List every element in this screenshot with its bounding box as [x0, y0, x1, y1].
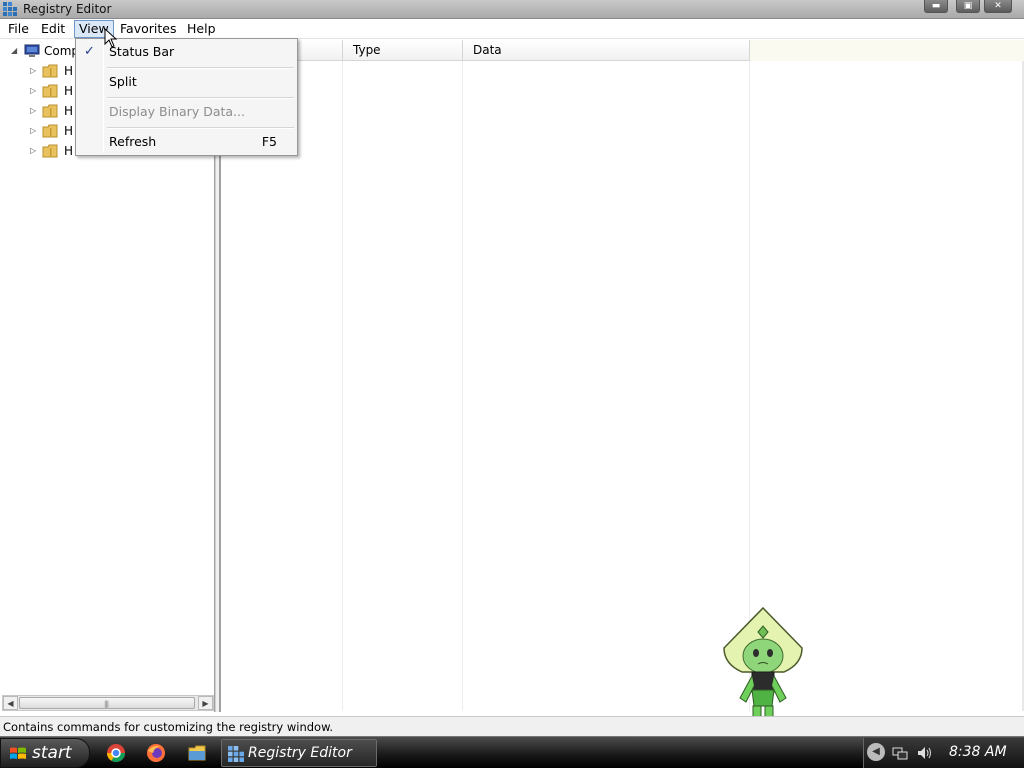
network-icon[interactable]: [892, 745, 908, 761]
menu-file[interactable]: File: [4, 20, 33, 38]
menu-item-refresh[interactable]: Refresh F5: [78, 131, 295, 153]
minimize-button[interactable]: ▬: [924, 0, 948, 13]
menu-item-label: Refresh: [109, 134, 157, 149]
menu-separator: [107, 67, 294, 69]
collapsed-arrow-icon[interactable]: ▷: [30, 146, 36, 155]
shortcut-label: F5: [261, 134, 277, 149]
header-filler: [750, 40, 1024, 61]
collapsed-arrow-icon[interactable]: ▷: [30, 126, 36, 135]
column-header-type[interactable]: Type: [343, 40, 463, 61]
grip-icon: |||: [104, 700, 109, 708]
expanded-arrow-icon[interactable]: ◢: [11, 46, 17, 55]
window-title: Registry Editor: [23, 2, 112, 16]
menu-item-split[interactable]: Split: [78, 71, 295, 93]
status-bar: Contains commands for customizing the re…: [0, 716, 1024, 736]
tree-horizontal-scrollbar[interactable]: ◀ ||| ▶: [2, 695, 214, 711]
folder-icon: [42, 64, 58, 78]
title-bar: Registry Editor ▬ ▣ ✕: [0, 0, 1024, 19]
menu-item-label: Display Binary Data...: [109, 104, 245, 119]
scrollbar-thumb[interactable]: |||: [19, 697, 195, 709]
collapsed-arrow-icon[interactable]: ▷: [30, 86, 36, 95]
menu-separator: [107, 97, 294, 99]
menu-edit[interactable]: Edit: [37, 20, 69, 38]
scroll-left-button[interactable]: ◀: [3, 696, 18, 710]
registry-editor-icon: [3, 2, 17, 16]
computer-icon: [24, 44, 40, 57]
maximize-button[interactable]: ▣: [956, 0, 980, 13]
mouse-pointer-icon: [104, 28, 118, 48]
menu-help[interactable]: Help: [183, 20, 220, 38]
collapsed-arrow-icon[interactable]: ▷: [30, 66, 36, 75]
checkmark-icon: ✓: [84, 44, 95, 59]
taskbar-registry-editor-button[interactable]: Registry Editor: [221, 739, 377, 767]
folder-icon: [42, 124, 58, 138]
tree-root-label: Comp: [44, 44, 80, 58]
start-label: start: [32, 743, 72, 763]
windows-logo-icon: [10, 747, 26, 759]
folder-icon: [42, 104, 58, 118]
collapsed-arrow-icon[interactable]: ▷: [30, 106, 36, 115]
tree-node-label: H: [64, 144, 74, 158]
view-menu-dropdown: ✓ Status Bar Split Display Binary Data..…: [75, 38, 298, 156]
column-header-data[interactable]: Data: [463, 40, 750, 61]
column-divider: [462, 61, 463, 711]
close-button[interactable]: ✕: [984, 0, 1012, 13]
menu-favorites[interactable]: Favorites: [116, 20, 180, 38]
menu-item-label: Status Bar: [109, 44, 175, 59]
folder-icon: [42, 84, 58, 98]
system-tray: ◀ 8:38 AM: [863, 738, 1024, 768]
menu-separator: [107, 127, 294, 129]
registry-editor-icon: [228, 746, 244, 762]
list-header: Type Data: [221, 40, 1024, 61]
tree-node-label: H: [64, 64, 74, 78]
start-button[interactable]: start: [0, 738, 90, 768]
volume-icon[interactable]: [916, 745, 932, 761]
menu-item-display-binary-data: Display Binary Data...: [78, 101, 295, 123]
chrome-icon[interactable]: [106, 743, 126, 763]
taskbar: start Registry Editor ◀ 8:38 AM: [0, 736, 1024, 768]
tree-node-label: H: [64, 104, 74, 118]
tree-node-label: H: [64, 124, 74, 138]
taskbar-button-label: Registry Editor: [248, 745, 352, 761]
folder-icon: [42, 144, 58, 158]
status-text: Contains commands for customizing the re…: [3, 720, 334, 734]
column-divider: [342, 61, 343, 711]
show-hidden-icons-button[interactable]: ◀: [867, 743, 885, 761]
menu-bar: File Edit View Favorites Help: [0, 19, 1024, 39]
file-explorer-icon[interactable]: [187, 743, 207, 763]
clock[interactable]: 8:38 AM: [949, 744, 1007, 760]
tree-node-label: H: [64, 84, 74, 98]
scroll-right-button[interactable]: ▶: [198, 696, 213, 710]
firefox-icon[interactable]: [146, 743, 166, 763]
values-list[interactable]: Type Data: [220, 40, 1024, 712]
menu-item-label: Split: [109, 74, 137, 89]
